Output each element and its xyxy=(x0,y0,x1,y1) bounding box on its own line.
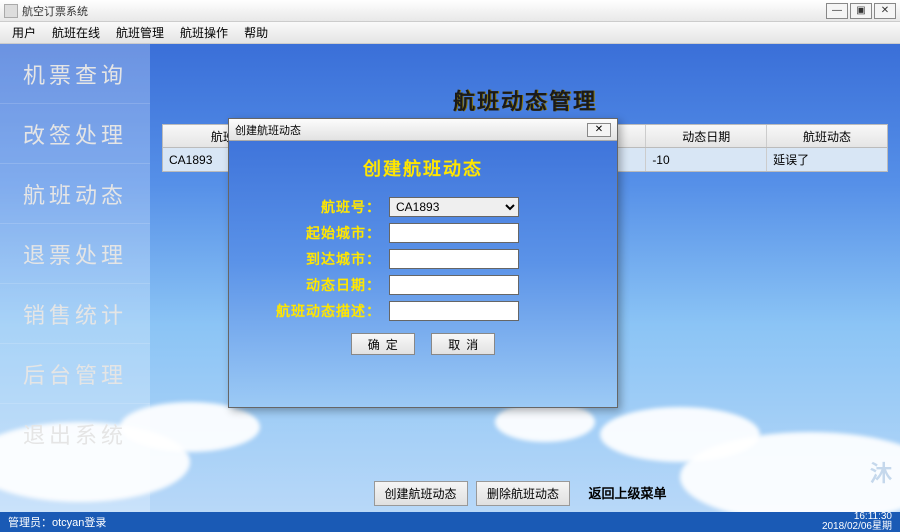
col-status: 航班动态 xyxy=(767,125,887,147)
menu-flight-online[interactable]: 航班在线 xyxy=(44,24,108,41)
menu-flight-operate[interactable]: 航班操作 xyxy=(172,24,236,41)
create-status-button[interactable]: 创建航班动态 xyxy=(374,481,468,506)
sidebar-item-refund[interactable]: 退票处理 xyxy=(0,224,150,284)
dialog-heading: 创建航班动态 xyxy=(229,155,617,181)
dialog-close-button[interactable]: ✕ xyxy=(587,123,611,137)
status-user: 管理员：otcyan登录 xyxy=(8,514,106,530)
sidebar-item-sales-stats[interactable]: 销售统计 xyxy=(0,284,150,344)
col-date: 动态日期 xyxy=(646,125,767,147)
status-date: 2018/02/06星期 xyxy=(822,521,892,532)
back-button[interactable]: 返回上级菜单 xyxy=(578,483,676,504)
sidebar-item-admin[interactable]: 后台管理 xyxy=(0,344,150,404)
origin-label: 起始城市： xyxy=(269,223,389,243)
flight-label: 航班号： xyxy=(269,197,389,217)
cancel-button[interactable]: 取消 xyxy=(431,333,495,355)
ok-button[interactable]: 确定 xyxy=(351,333,415,355)
delete-status-button[interactable]: 删除航班动态 xyxy=(476,481,570,506)
desc-label: 航班动态描述： xyxy=(269,301,389,321)
app-icon xyxy=(4,4,18,18)
desc-input[interactable] xyxy=(389,301,519,321)
window-title: 航空订票系统 xyxy=(22,3,88,19)
sidebar-item-exit[interactable]: 退出系统 xyxy=(0,404,150,464)
menu-help[interactable]: 帮助 xyxy=(236,24,276,41)
sidebar: 机票查询 改签处理 航班动态 退票处理 销售统计 后台管理 退出系统 xyxy=(0,44,150,512)
origin-input[interactable] xyxy=(389,223,519,243)
maximize-button[interactable]: ▣ xyxy=(850,3,872,19)
date-input[interactable] xyxy=(389,275,519,295)
dest-input[interactable] xyxy=(389,249,519,269)
sidebar-item-ticket-query[interactable]: 机票查询 xyxy=(0,44,150,104)
flight-select[interactable]: CA1893 xyxy=(389,197,519,217)
statusbar: 管理员：otcyan登录 16:11:30 2018/02/06星期 xyxy=(0,512,900,532)
menubar: 用户 航班在线 航班管理 航班操作 帮助 xyxy=(0,22,900,44)
sidebar-item-flight-status[interactable]: 航班动态 xyxy=(0,164,150,224)
bottom-buttons: 创建航班动态 删除航班动态 返回上级菜单 xyxy=(150,481,900,506)
dialog-title: 创建航班动态 xyxy=(235,122,301,138)
date-label: 动态日期： xyxy=(269,275,389,295)
menu-flight-manage[interactable]: 航班管理 xyxy=(108,24,172,41)
minimize-button[interactable]: — xyxy=(826,3,848,19)
close-button[interactable]: ✕ xyxy=(874,3,896,19)
window-titlebar: 航空订票系统 — ▣ ✕ xyxy=(0,0,900,22)
create-status-dialog: 创建航班动态 ✕ 创建航班动态 航班号： CA1893 起始城市： 到达城市： … xyxy=(228,118,618,408)
menu-user[interactable]: 用户 xyxy=(4,24,44,41)
sidebar-item-change[interactable]: 改签处理 xyxy=(0,104,150,164)
page-title: 航班动态管理 xyxy=(150,84,900,116)
dest-label: 到达城市： xyxy=(269,249,389,269)
dialog-titlebar: 创建航班动态 ✕ xyxy=(229,119,617,141)
